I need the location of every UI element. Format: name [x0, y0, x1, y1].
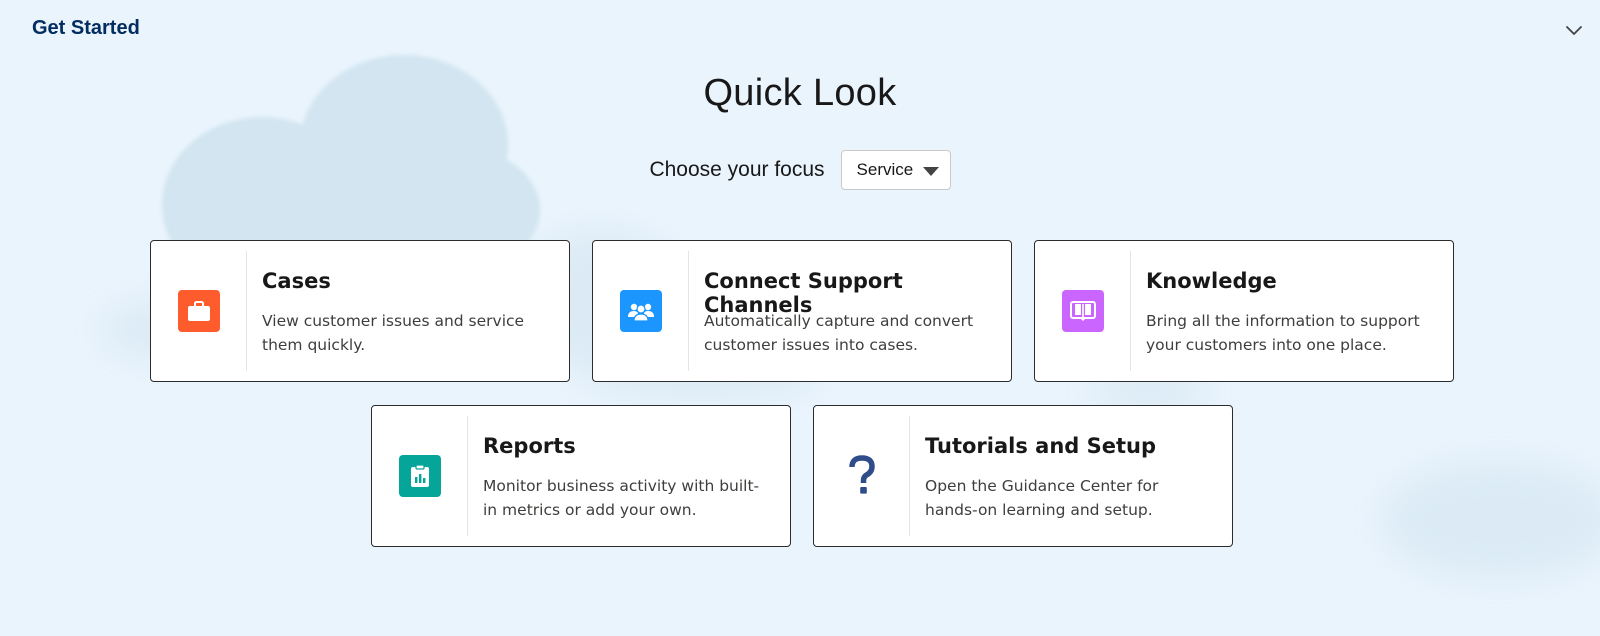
- card-description: Open the Guidance Center for hands-on le…: [925, 477, 1159, 519]
- get-started-panel: Get Started Quick Look Choose your focus…: [0, 0, 1600, 636]
- card-knowledge[interactable]: Knowledge Bring all the information to s…: [1034, 240, 1454, 382]
- card-title: Knowledge: [1146, 269, 1277, 293]
- card-description: View customer issues and service them qu…: [262, 312, 525, 354]
- book-icon: [1061, 290, 1104, 332]
- card-cases[interactable]: Cases View customer issues and service t…: [150, 240, 570, 382]
- card-description: Bring all the information to support you…: [1146, 312, 1420, 354]
- chevron-down-icon: [1566, 26, 1582, 35]
- focus-dropdown-value: Service: [856, 160, 914, 179]
- card-connect-support-channels[interactable]: Connect Support Channels Automatically c…: [592, 240, 1012, 382]
- focus-label: Choose your focus: [649, 158, 825, 181]
- report-icon: [398, 455, 441, 497]
- caret-down-icon: [922, 167, 939, 176]
- card-title: Cases: [262, 269, 331, 293]
- card-title: Reports: [483, 434, 576, 458]
- card-reports[interactable]: Reports Monitor business activity with b…: [371, 405, 791, 547]
- panel-title: Get Started: [32, 17, 140, 39]
- card-tutorials-and-setup[interactable]: Tutorials and Setup Open the Guidance Ce…: [813, 405, 1233, 547]
- collapse-button[interactable]: [1562, 18, 1586, 42]
- focus-dropdown[interactable]: Service: [840, 150, 951, 190]
- page-title: Quick Look: [703, 72, 897, 114]
- users-icon: [619, 290, 662, 332]
- briefcase-icon: [177, 290, 220, 332]
- card-title: Tutorials and Setup: [925, 434, 1157, 458]
- card-description: Automatically capture and convert custom…: [704, 312, 974, 354]
- focus-row: Choose your focus Service: [0, 150, 1600, 190]
- question-icon: [841, 455, 883, 497]
- card-description: Monitor business activity with built-in …: [483, 477, 760, 519]
